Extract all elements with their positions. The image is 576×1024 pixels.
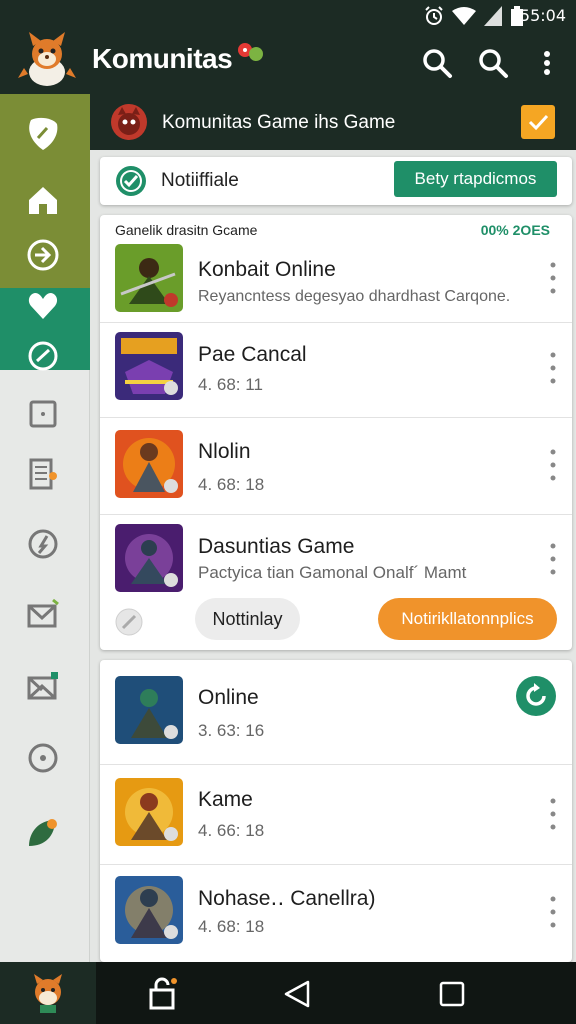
check-circle-icon[interactable] (114, 164, 148, 198)
status-dots-icon (238, 43, 263, 61)
square-icon[interactable] (25, 396, 61, 432)
mail-badge-icon[interactable] (25, 668, 61, 704)
game-title: Konbait Online (198, 258, 336, 281)
status-bar: 55:04 (0, 0, 576, 32)
game-section-card: Ganelik drasitn Gcame 00% 2OES Konbait O… (100, 215, 572, 650)
community-banner[interactable]: Komunitas Game ihs Game (90, 94, 576, 150)
status-icons (424, 6, 524, 26)
list-item[interactable]: Konbait Online Reyancntess degesyao dhar… (100, 233, 572, 323)
game-thumbnail (115, 676, 183, 744)
more-vert-icon[interactable] (548, 351, 558, 385)
check-icon (528, 114, 549, 131)
mail-icon[interactable] (25, 596, 61, 632)
secondary-button[interactable]: Nottinlay (195, 598, 300, 640)
game-title: Nohase‥ Canellra) (198, 887, 376, 910)
more-vert-icon[interactable] (548, 797, 558, 831)
recents-icon[interactable] (434, 976, 470, 1012)
more-vert-icon[interactable] (530, 46, 564, 80)
heart-icon[interactable] (25, 288, 61, 324)
system-nav-bar (0, 962, 576, 1024)
mascot-logo-icon (18, 32, 76, 86)
more-vert-icon[interactable] (548, 261, 558, 295)
list-item[interactable]: Online 3. 63: 16 (100, 660, 572, 765)
game-thumbnail (115, 244, 183, 312)
circle-icon[interactable] (25, 740, 61, 776)
game-subtitle: 4. 66: 18 (198, 821, 265, 840)
compass-icon[interactable] (25, 526, 61, 562)
game-thumbnail (115, 524, 183, 592)
game-thumbnail (115, 430, 183, 498)
more-vert-icon[interactable] (548, 895, 558, 929)
game-title: Nlolin (198, 440, 251, 463)
notification-title: Notiiffiale (161, 170, 239, 191)
game-title: Online (198, 686, 259, 709)
more-vert-icon[interactable] (548, 542, 558, 576)
list-item[interactable]: Pae Cancal 4. 68: 11 (100, 323, 572, 418)
leaf-notification-icon[interactable] (25, 814, 61, 850)
list-item[interactable]: Nohase‥ Canellra) 4. 68: 18 (100, 865, 572, 962)
leaf-icon[interactable] (25, 116, 61, 152)
search-icon[interactable] (476, 46, 510, 80)
game-title: Dasuntias Game (198, 535, 355, 558)
game-subtitle: Reyancntess degesyao dhardhast Carqone. (198, 288, 511, 305)
banner-title: Komunitas Game ihs Game (162, 112, 396, 133)
app-title: Komunitas (92, 43, 233, 74)
app-bar: Komunitas (0, 32, 576, 94)
game-subtitle: Pactyica tian Gamonal Onalf´ Mamt (198, 563, 467, 582)
home-icon[interactable] (25, 182, 61, 218)
game-subtitle: 4. 68: 18 (198, 475, 265, 494)
check-circle-icon[interactable] (25, 338, 61, 374)
refresh-icon[interactable] (515, 675, 557, 717)
game-subtitle: 3. 63: 16 (198, 721, 265, 740)
notification-button[interactable]: Notirikllatonnplics (378, 598, 557, 640)
banner-check-button[interactable] (521, 105, 555, 139)
back-icon[interactable] (280, 976, 316, 1012)
cancel-icon[interactable] (115, 608, 143, 636)
game-subtitle: 4. 68: 18 (198, 917, 265, 936)
list-item[interactable]: Nlolin 4. 68: 18 (100, 418, 572, 515)
notification-action-button[interactable]: Bety rtapdicmos (394, 161, 557, 197)
avatar-icon (111, 104, 147, 140)
search-icon[interactable] (420, 46, 454, 80)
sidebar (0, 94, 90, 962)
game-thumbnail (115, 778, 183, 846)
game-title: Pae Cancal (198, 343, 307, 366)
document-icon[interactable] (25, 456, 61, 492)
more-vert-icon[interactable] (548, 448, 558, 482)
game-list-card: Online 3. 63: 16 Kame 4. 66: 18 Nohase‥ … (100, 660, 572, 962)
game-thumbnail (115, 876, 183, 944)
game-title: Kame (198, 788, 253, 811)
game-subtitle: 4. 68: 11 (198, 375, 263, 394)
list-item[interactable]: Kame 4. 66: 18 (100, 765, 572, 865)
game-thumbnail (115, 332, 183, 400)
wifi-icon (452, 7, 476, 25)
download-icon[interactable] (25, 237, 61, 273)
notification-card: Notiiffiale Bety rtapdicmos (100, 157, 572, 205)
mascot-icon[interactable] (28, 972, 68, 1014)
lock-icon[interactable] (145, 976, 181, 1012)
signal-icon (484, 6, 502, 26)
status-time: 55:04 (519, 6, 566, 25)
alarm-icon (425, 6, 443, 25)
